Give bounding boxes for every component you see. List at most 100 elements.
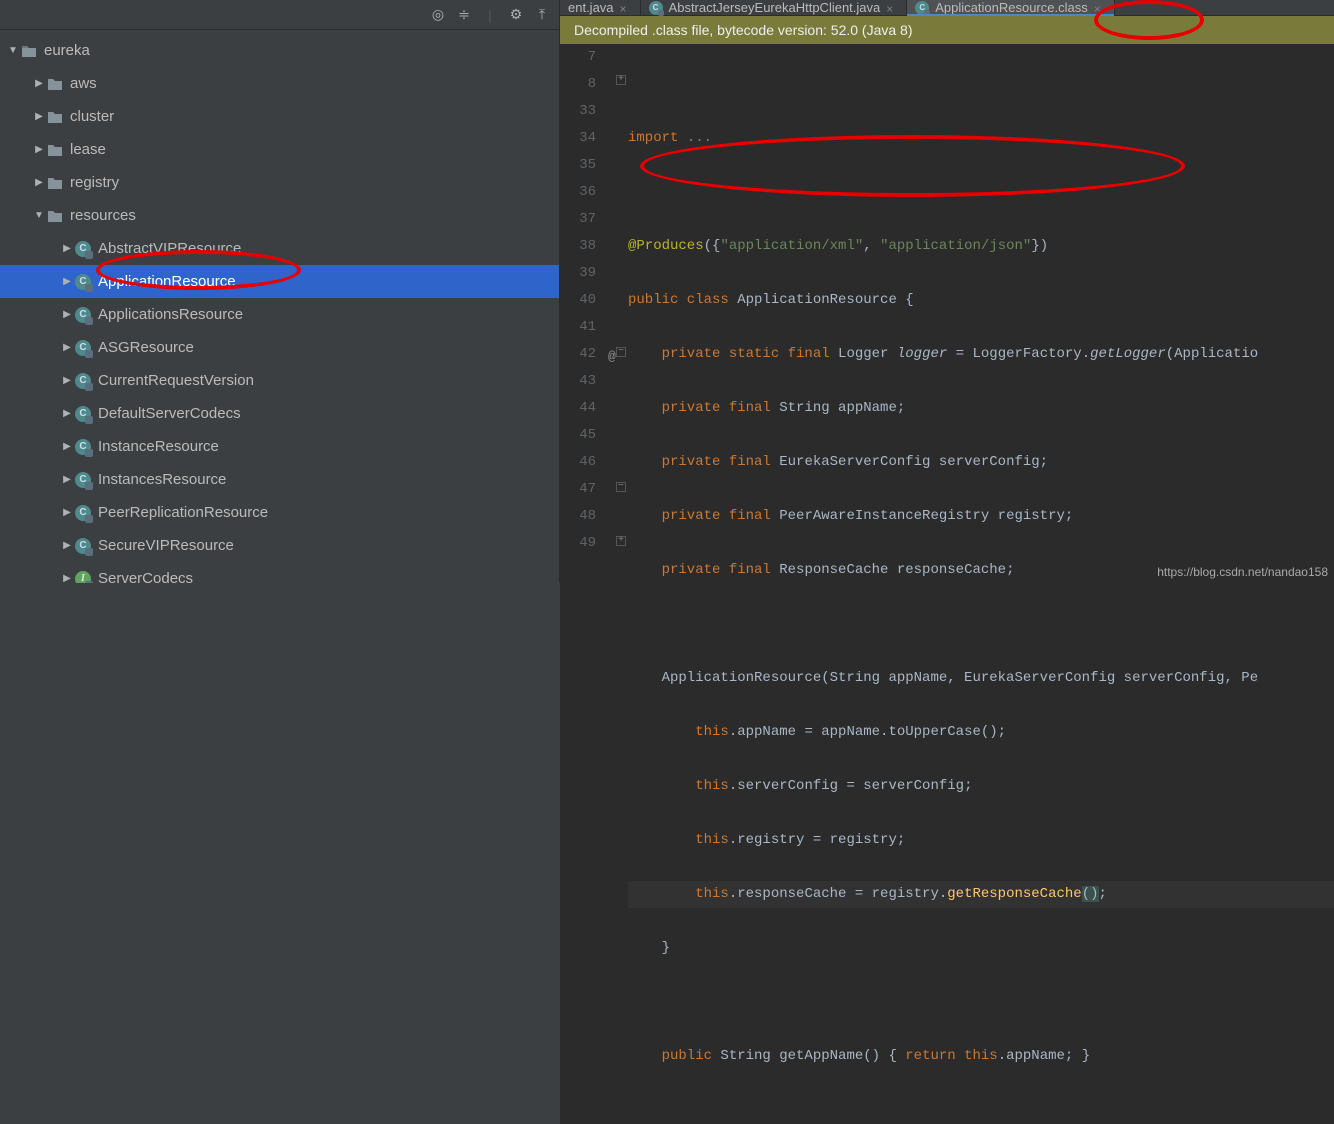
- chevron-right-icon[interactable]: [60, 309, 74, 320]
- class-icon: C: [915, 1, 929, 15]
- gutter-markers: + @ − − +: [606, 44, 628, 1124]
- chevron-right-icon[interactable]: [60, 507, 74, 518]
- code-line: private final PeerAwareInstanceRegistry …: [628, 503, 1334, 530]
- tree-node-class[interactable]: C CurrentRequestVersion: [0, 364, 559, 397]
- decompiled-banner: Decompiled .class file, bytecode version…: [560, 16, 1334, 44]
- chevron-right-icon[interactable]: [60, 540, 74, 551]
- tree-node-class[interactable]: C SecureVIPResource: [0, 529, 559, 562]
- tree-label: ApplicationResource: [98, 273, 236, 290]
- tree-node-lease[interactable]: lease: [0, 133, 559, 166]
- tree-label: DefaultServerCodecs: [98, 405, 241, 422]
- code-line: [628, 611, 1334, 638]
- code-line: private final String appName;: [628, 395, 1334, 422]
- chevron-right-icon[interactable]: [32, 144, 46, 155]
- tab-label: AbstractJerseyEurekaHttpClient.java: [669, 0, 881, 15]
- tree-label: ApplicationsResource: [98, 306, 243, 323]
- code-line: this.responseCache = registry.getRespons…: [628, 881, 1334, 908]
- class-icon: C: [74, 405, 92, 423]
- tree-label: AbstractVIPResource: [98, 240, 241, 257]
- chevron-right-icon[interactable]: [60, 408, 74, 419]
- chevron-down-icon[interactable]: [6, 45, 20, 56]
- chevron-right-icon[interactable]: [60, 243, 74, 254]
- chevron-down-icon[interactable]: [32, 210, 46, 221]
- folder-icon: [46, 207, 64, 225]
- class-icon: C: [649, 1, 663, 15]
- tree-node-class[interactable]: C InstancesResource: [0, 463, 559, 496]
- code-content[interactable]: import ... @Produces({"application/xml",…: [628, 44, 1334, 1124]
- at-marker-icon: @: [608, 343, 616, 370]
- tree-node-aws[interactable]: aws: [0, 67, 559, 100]
- tree-node-class[interactable]: C ApplicationsResource: [0, 298, 559, 331]
- code-line: this.appName = appName.toUpperCase();: [628, 719, 1334, 746]
- tree-node-class[interactable]: C ASGResource: [0, 331, 559, 364]
- code-line: private final EurekaServerConfig serverC…: [628, 449, 1334, 476]
- tab-file[interactable]: C AbstractJerseyEurekaHttpClient.java ×: [641, 0, 908, 15]
- close-icon[interactable]: ×: [886, 2, 898, 14]
- gear-icon[interactable]: ⚙: [507, 6, 525, 24]
- tab-label: ApplicationResource.class: [935, 0, 1087, 15]
- chevron-right-icon[interactable]: [60, 342, 74, 353]
- chevron-right-icon[interactable]: [32, 78, 46, 89]
- class-icon: C: [74, 537, 92, 555]
- chevron-right-icon[interactable]: [60, 276, 74, 287]
- code-line: [628, 179, 1334, 206]
- tree-node-class[interactable]: C AbstractVIPResource: [0, 232, 559, 265]
- class-icon: C: [74, 306, 92, 324]
- tree-node-registry[interactable]: registry: [0, 166, 559, 199]
- project-sidebar: ◎ ≑ | ⚙ ⤒ eureka aws cluster: [0, 0, 560, 583]
- flatten-icon[interactable]: ≑: [455, 6, 473, 24]
- folder-icon: [46, 108, 64, 126]
- tree-label: InstancesResource: [98, 471, 226, 488]
- chevron-right-icon[interactable]: [60, 474, 74, 485]
- code-editor[interactable]: 7 8 33 34 35 36 37 38 39 40 41 42 43 44 …: [560, 44, 1334, 1124]
- tab-file[interactable]: ent.java ×: [560, 0, 641, 15]
- code-line: private static final Logger logger = Log…: [628, 341, 1334, 368]
- tree-label: resources: [70, 207, 136, 224]
- project-tree[interactable]: eureka aws cluster lease registry: [0, 30, 559, 583]
- hide-icon[interactable]: ⤒: [533, 6, 551, 24]
- watermark: https://blog.csdn.net/nandao158: [1157, 565, 1328, 579]
- chevron-right-icon[interactable]: [32, 111, 46, 122]
- tree-node-interface[interactable]: I ServerCodecs: [0, 562, 559, 583]
- fold-icon[interactable]: +: [616, 536, 626, 546]
- tree-label: cluster: [70, 108, 114, 125]
- class-icon: C: [74, 438, 92, 456]
- tree-node-class[interactable]: C InstanceResource: [0, 430, 559, 463]
- tree-label: aws: [70, 75, 97, 92]
- code-line: [628, 71, 1334, 98]
- fold-icon[interactable]: −: [616, 347, 626, 357]
- fold-icon[interactable]: +: [616, 75, 626, 85]
- tree-label: SecureVIPResource: [98, 537, 234, 554]
- close-icon[interactable]: ×: [620, 2, 632, 14]
- tree-label: PeerReplicationResource: [98, 504, 268, 521]
- chevron-right-icon[interactable]: [32, 177, 46, 188]
- chevron-right-icon[interactable]: [60, 573, 74, 583]
- tree-node-cluster[interactable]: cluster: [0, 100, 559, 133]
- code-line: this.registry = registry;: [628, 827, 1334, 854]
- code-line: @Produces({"application/xml", "applicati…: [628, 233, 1334, 260]
- tree-node-class-selected[interactable]: C ApplicationResource: [0, 265, 559, 298]
- code-line: public String getAppName() { return this…: [628, 1043, 1334, 1070]
- chevron-right-icon[interactable]: [60, 441, 74, 452]
- interface-icon: I: [74, 570, 92, 584]
- tree-node-resources[interactable]: resources: [0, 199, 559, 232]
- divider: |: [481, 6, 499, 24]
- code-line: import ...: [628, 125, 1334, 152]
- class-icon: C: [74, 339, 92, 357]
- tab-file-active[interactable]: C ApplicationResource.class ×: [907, 0, 1114, 15]
- editor-pane: ent.java × C AbstractJerseyEurekaHttpCli…: [560, 0, 1334, 583]
- close-icon[interactable]: ×: [1094, 2, 1106, 14]
- tab-label: ent.java: [568, 0, 614, 15]
- chevron-right-icon[interactable]: [60, 375, 74, 386]
- tree-label: lease: [70, 141, 106, 158]
- code-line: }: [628, 935, 1334, 962]
- class-icon: C: [74, 372, 92, 390]
- tree-node-class[interactable]: C PeerReplicationResource: [0, 496, 559, 529]
- folder-icon: [46, 75, 64, 93]
- fold-icon[interactable]: −: [616, 482, 626, 492]
- target-icon[interactable]: ◎: [429, 6, 447, 24]
- tree-node-class[interactable]: C DefaultServerCodecs: [0, 397, 559, 430]
- code-line: this.serverConfig = serverConfig;: [628, 773, 1334, 800]
- tree-label: ASGResource: [98, 339, 194, 356]
- tree-node-eureka[interactable]: eureka: [0, 34, 559, 67]
